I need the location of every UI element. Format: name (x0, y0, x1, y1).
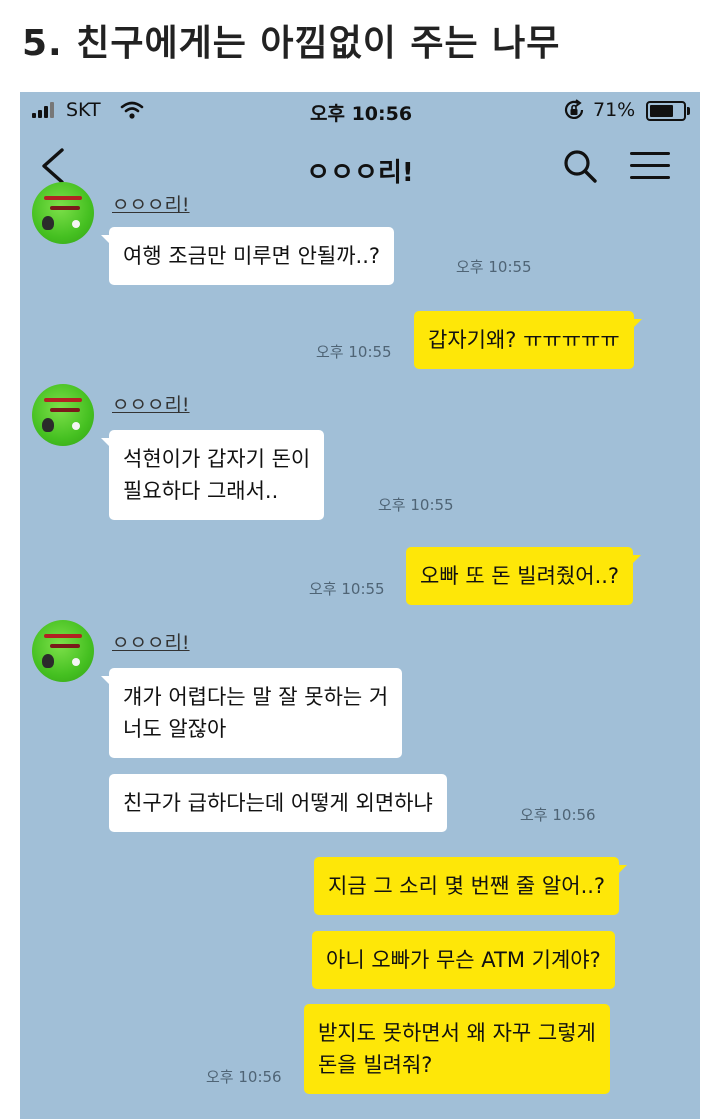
battery-icon (646, 101, 686, 121)
message-line: 석현이가 갑자기 돈이 (123, 447, 311, 471)
phone-screen: SKT 오후 10:56 71% ㅇㅇㅇ리! ㅇㅇㅇ리! 여행 조금만 미루면 … (20, 92, 700, 1119)
message-line: 돈을 빌려줘? (318, 1053, 433, 1077)
message-time: 오후 10:55 (456, 258, 532, 276)
incoming-message[interactable]: 여행 조금만 미루면 안될까..? (100, 227, 395, 285)
page: 5. 친구에게는 아낌없이 주는 나무 SKT 오후 10:56 71% ㅇㅇㅇ… (0, 0, 720, 1119)
avatar[interactable] (32, 620, 94, 682)
signal-icon (32, 102, 60, 118)
outgoing-message[interactable]: 오빠 또 돈 빌려줬어..? (406, 547, 642, 605)
message-time: 오후 10:55 (309, 580, 385, 598)
sender-name: ㅇㅇㅇ리! (112, 632, 190, 654)
message-time: 오후 10:56 (520, 806, 596, 824)
message-time: 오후 10:55 (378, 496, 454, 514)
search-icon[interactable] (560, 146, 600, 186)
battery-percent: 71% (593, 99, 636, 121)
message-line: 걔가 어렵다는 말 잘 못하는 거 (123, 685, 389, 709)
avatar[interactable] (32, 384, 94, 446)
sender-name: ㅇㅇㅇ리! (112, 394, 190, 416)
status-time: 오후 10:56 (310, 103, 413, 125)
incoming-message[interactable]: 석현이가 갑자기 돈이 필요하다 그래서.. (100, 430, 325, 520)
article-title: 5. 친구에게는 아낌없이 주는 나무 (22, 23, 561, 64)
message-time: 오후 10:55 (316, 343, 392, 361)
wifi-icon (120, 101, 144, 119)
chat-messages[interactable]: ㅇㅇㅇ리! 여행 조금만 미루면 안될까..? 오후 10:55 갑자기왜? ㅠ… (20, 182, 700, 1119)
battery-level-fill (650, 105, 673, 117)
outgoing-message[interactable]: 받지도 못하면서 왜 자꾸 그렇게 돈을 빌려줘? (304, 1004, 610, 1094)
battery-tip (687, 107, 690, 115)
outgoing-message[interactable]: 아니 오빠가 무슨 ATM 기계야? (312, 931, 615, 989)
menu-icon[interactable] (628, 148, 672, 184)
message-line: 필요하다 그래서.. (123, 479, 279, 503)
rotation-lock-icon (564, 99, 584, 119)
sender-name: ㅇㅇㅇ리! (112, 194, 190, 216)
message-time: 오후 10:56 (206, 1068, 282, 1086)
outgoing-message[interactable]: 갑자기왜? ㅠㅠㅠㅠㅠ (414, 311, 642, 369)
status-bar: SKT 오후 10:56 71% (20, 92, 700, 130)
incoming-message[interactable]: 친구가 급하다는데 어떻게 외면하냐 (109, 774, 447, 832)
message-line: 받지도 못하면서 왜 자꾸 그렇게 (318, 1021, 596, 1045)
message-line: 너도 알잖아 (123, 717, 227, 741)
outgoing-message[interactable]: 지금 그 소리 몇 번짼 줄 알어..? (314, 857, 628, 915)
carrier-label: SKT (66, 99, 101, 121)
avatar[interactable] (32, 182, 94, 244)
incoming-message[interactable]: 걔가 어렵다는 말 잘 못하는 거 너도 알잖아 (100, 668, 403, 758)
